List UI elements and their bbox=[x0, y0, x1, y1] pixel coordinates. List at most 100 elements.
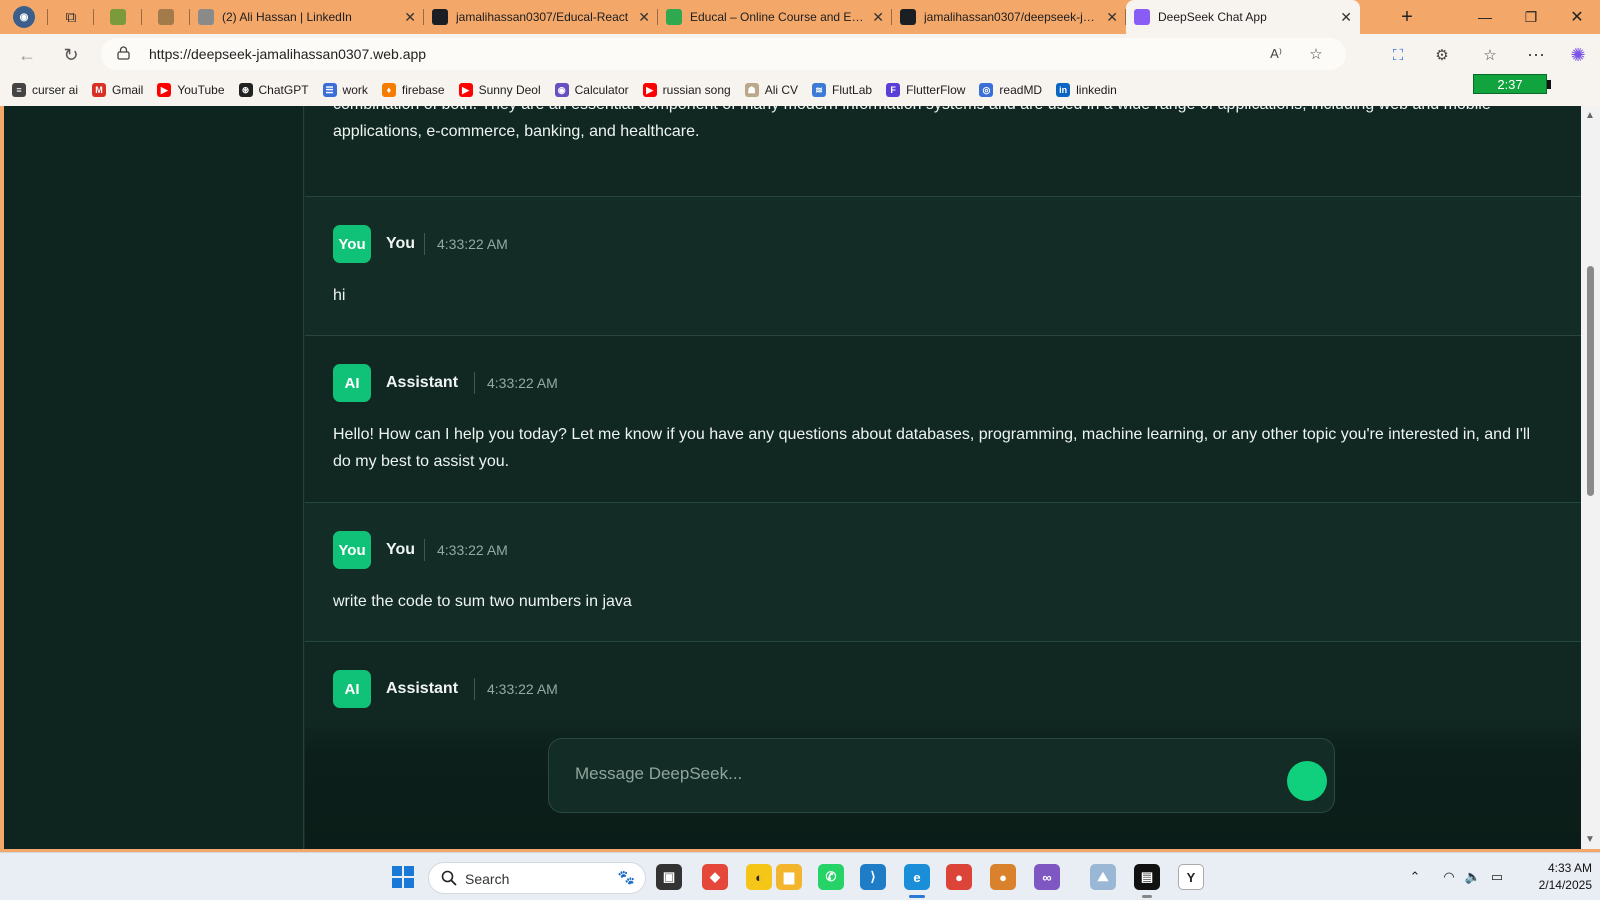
scroll-up-arrow-icon[interactable]: ▲ bbox=[1585, 110, 1595, 121]
bookmark-item[interactable]: ◉ Calculator bbox=[554, 83, 629, 97]
address-bar[interactable]: https://deepseek-jamalihassan0307.web.ap… bbox=[101, 38, 1346, 70]
message-input[interactable] bbox=[575, 759, 1255, 789]
whatsapp-icon[interactable]: ✆ bbox=[818, 864, 844, 890]
start-button[interactable] bbox=[390, 864, 416, 890]
tab[interactable] bbox=[94, 0, 142, 34]
favorites-icon[interactable]: ☆ bbox=[1478, 43, 1502, 67]
battery-icon[interactable]: ▭ bbox=[1486, 866, 1508, 888]
message-author: You bbox=[386, 541, 416, 558]
close-tab-icon[interactable]: ✕ bbox=[1106, 9, 1118, 26]
close-window-button[interactable]: ✕ bbox=[1554, 0, 1600, 34]
translate-icon[interactable]: ⛶ bbox=[1386, 43, 1410, 67]
volume-icon[interactable]: 🔈 bbox=[1462, 866, 1484, 888]
favorite-star-icon[interactable]: ☆ bbox=[1304, 42, 1328, 66]
bookmark-icon: ☰ bbox=[322, 83, 337, 97]
bookmarks-bar: ≡ curser ai M Gmail ▶ YouTube ⊛ ChatGPT ☰ work ♦ fi… bbox=[0, 74, 1600, 106]
tab-title: Educal – Online Course and Educa bbox=[690, 10, 867, 24]
browser-tab-bar: ◉ ⧉ (2) Ali Hassan | LinkedIn ✕ jamalihass… bbox=[0, 0, 1600, 34]
bookmark-item[interactable]: in linkedin bbox=[1056, 83, 1117, 97]
notepad-app-icon[interactable]: ▤ bbox=[1134, 864, 1160, 898]
close-tab-icon[interactable]: ✕ bbox=[1340, 9, 1352, 26]
chevron-up-icon[interactable]: ⌃ bbox=[1404, 866, 1426, 888]
bookmark-item[interactable]: ◎ readMD bbox=[979, 83, 1042, 97]
bookmark-item[interactable]: ♦ firebase bbox=[381, 83, 445, 97]
bookmark-item[interactable]: ⊛ ChatGPT bbox=[238, 83, 309, 97]
bookmark-label: ChatGPT bbox=[258, 83, 309, 97]
message-timestamp: 4:33:22 AM bbox=[487, 681, 558, 697]
bookmark-icon: ▶ bbox=[642, 83, 657, 97]
minimize-button[interactable]: — bbox=[1462, 0, 1508, 34]
scroll-thumb[interactable] bbox=[1587, 266, 1594, 496]
chrome-dev-icon[interactable]: ● bbox=[990, 864, 1016, 890]
yahtzee-icon[interactable]: Y bbox=[1178, 864, 1204, 890]
copilot-icon[interactable]: ✺ bbox=[1566, 43, 1590, 67]
bookmark-label: curser ai bbox=[32, 83, 79, 97]
bookmark-item[interactable]: ☰ work bbox=[322, 83, 368, 97]
avatar: AI bbox=[333, 670, 371, 708]
tab[interactable]: jamalihassan0307/deepseek-jama ✕ bbox=[892, 0, 1126, 34]
message-author: Assistant bbox=[386, 374, 459, 391]
page-scrollbar[interactable]: ▲ ▼ bbox=[1581, 106, 1600, 849]
anydesk-icon[interactable]: ◆ bbox=[702, 864, 728, 890]
edge-icon[interactable]: e bbox=[904, 864, 930, 898]
tab-title: jamalihassan0307/Educal-React bbox=[456, 10, 629, 24]
restore-button[interactable]: ❐ bbox=[1508, 0, 1554, 34]
bookmark-label: Sunny Deol bbox=[478, 83, 541, 97]
bookmark-item[interactable]: M Gmail bbox=[92, 83, 143, 97]
bookmark-item[interactable]: F FlutterFlow bbox=[886, 83, 965, 97]
vscode-icon[interactable]: ⟩ bbox=[860, 864, 886, 890]
close-tab-icon[interactable]: ✕ bbox=[638, 9, 650, 26]
wifi-icon[interactable]: ◠ bbox=[1438, 866, 1460, 888]
bookmark-label: Gmail bbox=[112, 83, 144, 97]
tab[interactable]: Educal – Online Course and Educa ✕ bbox=[658, 0, 892, 34]
more-menu-icon[interactable]: ⋯ bbox=[1524, 43, 1548, 67]
github-icon bbox=[900, 9, 916, 25]
new-tab-button[interactable]: + bbox=[1384, 0, 1430, 34]
windows-logo-icon bbox=[392, 866, 414, 888]
bookmark-item[interactable]: ≡ curser ai bbox=[12, 83, 78, 97]
bookmark-item[interactable]: ☗ Ali CV bbox=[744, 83, 798, 97]
scroll-down-arrow-icon[interactable]: ▼ bbox=[1585, 834, 1595, 845]
bookmark-label: FlutLab bbox=[832, 83, 873, 97]
send-button[interactable] bbox=[1287, 761, 1327, 801]
feed-icon bbox=[110, 9, 126, 25]
taskbar-search[interactable]: Search 🐾 bbox=[428, 862, 646, 894]
workspaces-button[interactable]: ⧉ bbox=[48, 0, 94, 34]
read-aloud-icon[interactable]: A⁾ bbox=[1264, 42, 1288, 66]
tab-title: (2) Ali Hassan | LinkedIn bbox=[222, 10, 352, 24]
workspaces-icon: ⧉ bbox=[65, 8, 77, 26]
bookmark-item[interactable]: ▶ YouTube bbox=[157, 83, 225, 97]
chat-app-icon[interactable]: ◐ bbox=[746, 864, 772, 890]
bookmark-icon: ◉ bbox=[554, 83, 569, 97]
divider bbox=[424, 539, 425, 561]
avatar: AI bbox=[333, 364, 371, 402]
close-tab-icon[interactable]: ✕ bbox=[404, 9, 416, 26]
message-author: You bbox=[386, 235, 416, 252]
bookmark-label: FlutterFlow bbox=[906, 83, 966, 97]
chrome-icon[interactable]: ● bbox=[946, 864, 972, 890]
bookmark-icon: M bbox=[92, 83, 107, 97]
system-tray: ⌃ ◠ 🔈 ▭ bbox=[1404, 853, 1510, 900]
clock-date: 2/14/2025 bbox=[1538, 878, 1592, 892]
bookmark-item[interactable]: ≋ FlutLab bbox=[812, 83, 872, 97]
taskbar-clock[interactable]: 4:33 AM 2/14/2025 bbox=[1518, 860, 1592, 894]
bookmark-item[interactable]: ▶ russian song bbox=[642, 83, 731, 97]
tab[interactable]: jamalihassan0307/Educal-React ✕ bbox=[424, 0, 658, 34]
refresh-button[interactable]: ↻ bbox=[58, 42, 84, 68]
bookmark-item[interactable]: ▶ Sunny Deol bbox=[458, 83, 541, 97]
photos-icon[interactable]: ⛰ bbox=[1090, 864, 1116, 890]
url-text: https://deepseek-jamalihassan0307.web.ap… bbox=[149, 46, 427, 62]
profile-avatar[interactable]: ◉ bbox=[0, 0, 48, 34]
bookmark-label: Calculator bbox=[574, 83, 629, 97]
github-icon bbox=[432, 9, 448, 25]
tab-active[interactable]: DeepSeek Chat App ✕ bbox=[1126, 0, 1360, 34]
task-view-icon[interactable]: ▣ bbox=[656, 864, 682, 890]
visual-studio-icon[interactable]: ∞ bbox=[1034, 864, 1060, 890]
tab-title: jamalihassan0307/deepseek-jama bbox=[924, 10, 1101, 24]
file-explorer-icon[interactable]: ▆ bbox=[776, 864, 802, 890]
extensions-icon[interactable]: ⚙ bbox=[1430, 43, 1454, 67]
back-button[interactable]: ← bbox=[14, 42, 40, 68]
tab[interactable] bbox=[142, 0, 190, 34]
tab[interactable]: (2) Ali Hassan | LinkedIn ✕ bbox=[190, 0, 424, 34]
close-tab-icon[interactable]: ✕ bbox=[872, 9, 884, 26]
